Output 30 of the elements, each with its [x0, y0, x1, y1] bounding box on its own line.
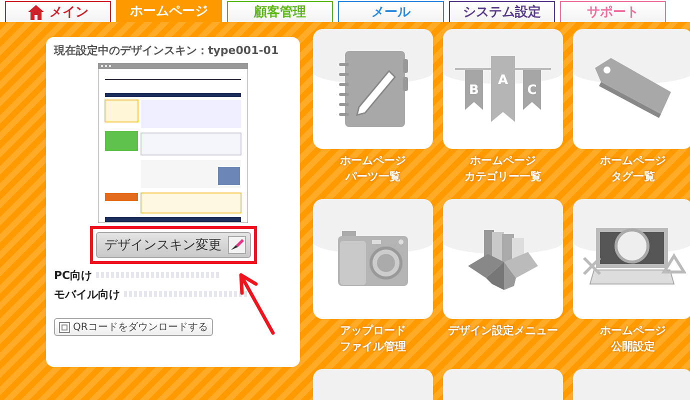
qr-download-button[interactable]: QRコードをダウンロードする — [54, 318, 213, 336]
tab[interactable]: サポート — [560, 1, 666, 22]
camera-icon — [338, 231, 408, 287]
tile-label: ホームページ 公開設定 — [600, 323, 666, 355]
url-label: モバイル向け — [54, 286, 120, 302]
tile-label: アップロード ファイル管理 — [340, 323, 406, 355]
skin-change-button[interactable]: デザインスキン変更 — [96, 232, 250, 258]
open-box-icon — [468, 228, 538, 290]
tab[interactable]: ホームページ — [116, 0, 222, 22]
tile-label: ホームページ タグ一覧 — [600, 153, 666, 185]
tab[interactable]: 顧客管理 — [227, 1, 333, 22]
brush-icon — [228, 236, 246, 254]
menu-tile[interactable] — [573, 199, 690, 319]
menu-tile[interactable] — [313, 199, 433, 319]
menu-tile[interactable] — [443, 199, 563, 319]
menu-tile[interactable] — [573, 29, 690, 149]
qr-icon — [59, 322, 70, 332]
pointer-arrow — [238, 273, 276, 335]
tab[interactable]: メール — [338, 1, 444, 22]
tab[interactable]: システム設定 — [449, 1, 555, 22]
tab[interactable]: メイン — [5, 1, 111, 22]
url-label: PC向け — [54, 268, 92, 282]
tile-label: デザイン設定メニュー — [448, 323, 558, 339]
notebook-pencil-icon — [337, 49, 409, 129]
tile-label: ホームページ パーツ一覧 — [340, 153, 406, 185]
tile-label: ホームページ カテゴリー一覧 — [464, 153, 542, 185]
menu-tile[interactable]: B A C — [443, 29, 563, 149]
home-icon — [28, 4, 44, 20]
menu-tile[interactable] — [313, 29, 433, 149]
skin-title: 現在設定中のデザインスキン：type001-01 — [54, 43, 279, 58]
